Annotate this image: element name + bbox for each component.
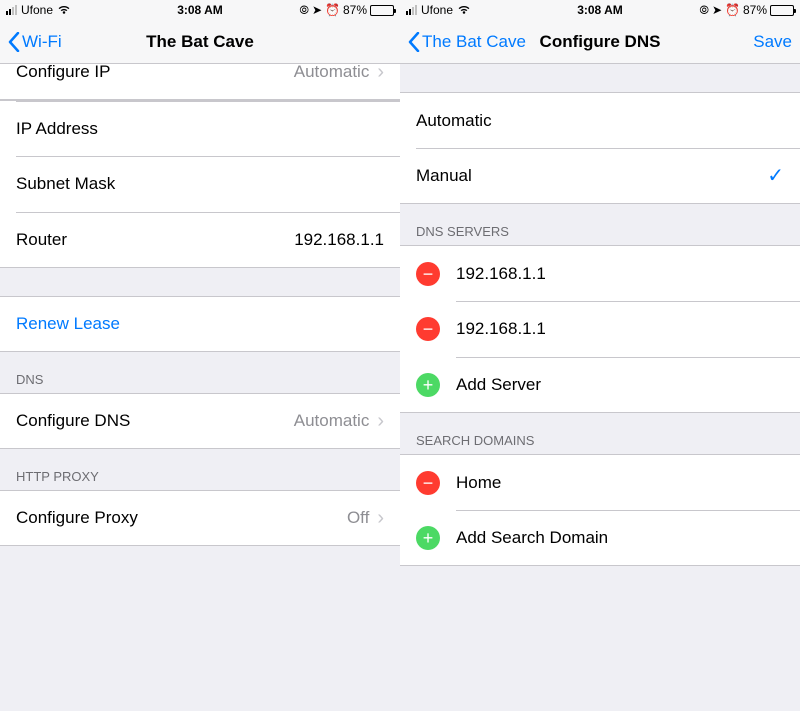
search-domains-header: Search Domains xyxy=(400,413,800,454)
chevron-left-icon xyxy=(8,32,20,52)
remove-icon[interactable]: − xyxy=(416,262,440,286)
configure-dns-value: Automatic xyxy=(294,411,370,431)
section-gap xyxy=(0,268,400,296)
section-gap xyxy=(400,64,800,92)
add-server-row[interactable]: + Add Server xyxy=(400,357,800,413)
subnet-mask-row[interactable]: Subnet Mask xyxy=(0,156,400,212)
remove-icon[interactable]: − xyxy=(416,471,440,495)
back-label: The Bat Cave xyxy=(422,32,526,52)
mode-automatic-row[interactable]: Automatic xyxy=(400,92,800,148)
configure-ip-row[interactable]: Configure IP Automatic › xyxy=(0,64,400,100)
phone-right: Ufone 3:08 AM ⦾ ➤ ⏰ 87% The Bat Cave Con… xyxy=(400,0,800,711)
http-proxy-section-header: HTTP Proxy xyxy=(0,449,400,490)
mode-manual-row[interactable]: Manual ✓ xyxy=(400,148,800,204)
configure-proxy-label: Configure Proxy xyxy=(16,508,138,528)
add-icon[interactable]: + xyxy=(416,373,440,397)
mode-manual-label: Manual xyxy=(416,166,472,186)
dns-servers-header: DNS Servers xyxy=(400,204,800,245)
battery-icon xyxy=(370,5,394,16)
renew-lease-button[interactable]: Renew Lease xyxy=(0,296,400,352)
chevron-left-icon xyxy=(408,32,420,52)
dns-server-value: 192.168.1.1 xyxy=(456,264,546,284)
checkmark-icon: ✓ xyxy=(767,163,784,188)
router-row[interactable]: Router 192.168.1.1 xyxy=(0,212,400,268)
remove-icon[interactable]: − xyxy=(416,317,440,341)
clock-label: 3:08 AM xyxy=(0,3,400,17)
dns-config-list[interactable]: Automatic Manual ✓ DNS Servers − 192.168… xyxy=(400,64,800,711)
dns-server-row[interactable]: − 192.168.1.1 xyxy=(400,301,800,357)
chevron-right-icon: › xyxy=(377,507,384,530)
clock-label: 3:08 AM xyxy=(400,3,800,17)
back-button[interactable]: Wi-Fi xyxy=(8,32,62,52)
configure-ip-label: Configure IP xyxy=(16,64,111,82)
ip-address-label: IP Address xyxy=(16,119,98,139)
battery-icon xyxy=(770,5,794,16)
phone-left: Ufone 3:08 AM ⦾ ➤ ⏰ 87% Wi-Fi The Bat Ca… xyxy=(0,0,400,711)
mode-automatic-label: Automatic xyxy=(416,111,492,131)
dns-server-value: 192.168.1.1 xyxy=(456,319,546,339)
configure-proxy-value: Off xyxy=(347,508,369,528)
status-bar: Ufone 3:08 AM ⦾ ➤ ⏰ 87% xyxy=(0,0,400,20)
back-button[interactable]: The Bat Cave xyxy=(408,32,526,52)
renew-lease-label: Renew Lease xyxy=(16,314,120,334)
add-icon[interactable]: + xyxy=(416,526,440,550)
subnet-mask-label: Subnet Mask xyxy=(16,174,115,194)
add-server-label: Add Server xyxy=(456,375,541,395)
nav-bar: The Bat Cave Configure DNS Save xyxy=(400,20,800,64)
nav-bar: Wi-Fi The Bat Cave xyxy=(0,20,400,64)
search-domain-row[interactable]: − Home xyxy=(400,454,800,510)
dns-server-row[interactable]: − 192.168.1.1 xyxy=(400,245,800,301)
chevron-right-icon: › xyxy=(377,64,384,84)
dns-section-header: DNS xyxy=(0,352,400,393)
configure-dns-label: Configure DNS xyxy=(16,411,130,431)
back-label: Wi-Fi xyxy=(22,32,62,52)
configure-dns-row[interactable]: Configure DNS Automatic › xyxy=(0,393,400,449)
save-button[interactable]: Save xyxy=(753,32,792,52)
add-search-domain-row[interactable]: + Add Search Domain xyxy=(400,510,800,566)
chevron-right-icon: › xyxy=(377,410,384,433)
configure-ip-value: Automatic xyxy=(294,64,370,82)
search-domain-value: Home xyxy=(456,473,501,493)
ip-address-row[interactable]: IP Address xyxy=(0,100,400,156)
configure-proxy-row[interactable]: Configure Proxy Off › xyxy=(0,490,400,546)
router-value: 192.168.1.1 xyxy=(294,230,384,250)
settings-list[interactable]: Configure IP Automatic › IP Address Subn… xyxy=(0,64,400,711)
router-label: Router xyxy=(16,230,67,250)
add-search-domain-label: Add Search Domain xyxy=(456,528,608,548)
status-bar: Ufone 3:08 AM ⦾ ➤ ⏰ 87% xyxy=(400,0,800,20)
